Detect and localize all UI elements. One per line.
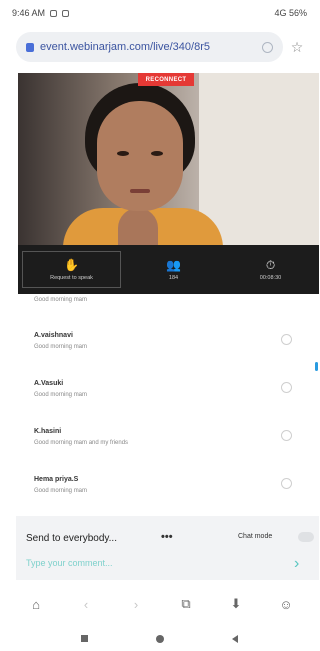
- chat-message[interactable]: Hema priya.S Good morning mam: [34, 476, 304, 494]
- chat-message[interactable]: A.Vasuki Good morning mam: [34, 380, 304, 398]
- browser-toolbar: ⌂ ‹ › ⧉ ⬇ ☺: [16, 592, 306, 616]
- notification-icon-2: [62, 9, 70, 17]
- lock-icon: [26, 42, 34, 52]
- home-icon[interactable]: ⌂: [26, 597, 46, 612]
- attendee-count: 184: [168, 274, 179, 281]
- video-background: [199, 73, 319, 245]
- screen: 9:46 AM 4G 56% event.webinarjam.com/live…: [0, 0, 319, 651]
- message-author: A.Vasuki: [34, 380, 64, 387]
- status-time: 9:46 AM: [12, 8, 46, 18]
- send-icon[interactable]: ›: [294, 555, 299, 573]
- profile-icon[interactable]: ☺: [276, 597, 296, 612]
- chat-list[interactable]: Good morning mam A.vaishnavi Good mornin…: [0, 294, 319, 516]
- chat-compose-panel: Send to everybody... ••• Chat mode ›: [16, 516, 319, 580]
- reconnect-badge[interactable]: RECONNECT: [138, 73, 194, 86]
- presenter-neck: [118, 208, 158, 245]
- scrollbar-thumb[interactable]: [315, 362, 318, 371]
- address-bar[interactable]: event.webinarjam.com/live/340/8r5: [16, 32, 283, 62]
- presenter-eye-right: [151, 151, 163, 156]
- system-back-icon[interactable]: [232, 634, 238, 643]
- hand-icon: ✋: [64, 257, 79, 272]
- select-circle-icon[interactable]: [281, 430, 292, 441]
- message-text: Good morning mam: [34, 344, 88, 350]
- attendees-button[interactable]: 👥 184: [125, 245, 222, 294]
- comment-input[interactable]: [26, 558, 266, 568]
- elapsed-time: 00:08:30: [259, 274, 282, 281]
- browser-url-row: event.webinarjam.com/live/340/8r5 ☆: [0, 26, 319, 68]
- send-to-selector[interactable]: Send to everybody...: [26, 533, 117, 544]
- presenter-eye-left: [117, 151, 129, 156]
- recipient-row: Send to everybody... ••• Chat mode: [26, 528, 316, 548]
- request-to-speak-button[interactable]: ✋ Request to speak: [22, 251, 121, 288]
- home-circle-icon[interactable]: [156, 634, 164, 643]
- clock-icon: ⏱: [265, 257, 276, 272]
- timer-button[interactable]: ⏱ 00:08:30: [222, 245, 319, 294]
- chat-mode-label: Chat mode: [238, 533, 273, 540]
- request-to-speak-label: Request to speak: [50, 274, 93, 281]
- chat-message[interactable]: K.hasini Good morning mam and my friends: [34, 428, 304, 446]
- status-right: 4G 56%: [274, 8, 307, 18]
- status-signal-battery: 4G 56%: [274, 8, 307, 18]
- forward-icon[interactable]: ›: [126, 597, 146, 612]
- tabs-icon[interactable]: ⧉: [176, 596, 196, 612]
- chat-mode-toggle[interactable]: [298, 532, 314, 542]
- comment-row: ›: [26, 555, 316, 574]
- previous-message-text: Good morning mam: [34, 297, 88, 303]
- refresh-icon[interactable]: [262, 41, 273, 53]
- presenter-face: [97, 101, 183, 211]
- status-left: 9:46 AM: [12, 8, 70, 18]
- message-text: Good morning mam: [34, 392, 88, 398]
- url-text[interactable]: event.webinarjam.com/live/340/8r5: [40, 41, 256, 53]
- message-author: Hema priya.S: [34, 476, 79, 483]
- recents-icon[interactable]: [81, 635, 88, 642]
- message-text: Good morning mam: [34, 488, 88, 494]
- presenter-video: [63, 83, 223, 245]
- status-bar: 9:46 AM 4G 56%: [0, 0, 319, 26]
- chat-message[interactable]: A.vaishnavi Good morning mam: [34, 332, 304, 350]
- webinar-controls: ✋ Request to speak 👥 184 ⏱ 00:08:30: [18, 245, 319, 294]
- notification-icon: [50, 9, 58, 17]
- select-circle-icon[interactable]: [281, 382, 292, 393]
- back-icon[interactable]: ‹: [76, 597, 96, 612]
- video-player[interactable]: RECONNECT: [18, 73, 319, 245]
- message-author: K.hasini: [34, 428, 62, 435]
- select-circle-icon[interactable]: [281, 478, 292, 489]
- message-text: Good morning mam and my friends: [34, 440, 129, 446]
- more-options-button[interactable]: •••: [161, 531, 173, 543]
- download-icon[interactable]: ⬇: [226, 596, 246, 612]
- star-icon[interactable]: ☆: [283, 39, 311, 56]
- system-navigation-bar: [0, 626, 319, 651]
- select-circle-icon[interactable]: [281, 334, 292, 345]
- presenter-mouth: [130, 189, 150, 193]
- message-author: A.vaishnavi: [34, 332, 73, 339]
- people-icon: 👥: [166, 257, 181, 272]
